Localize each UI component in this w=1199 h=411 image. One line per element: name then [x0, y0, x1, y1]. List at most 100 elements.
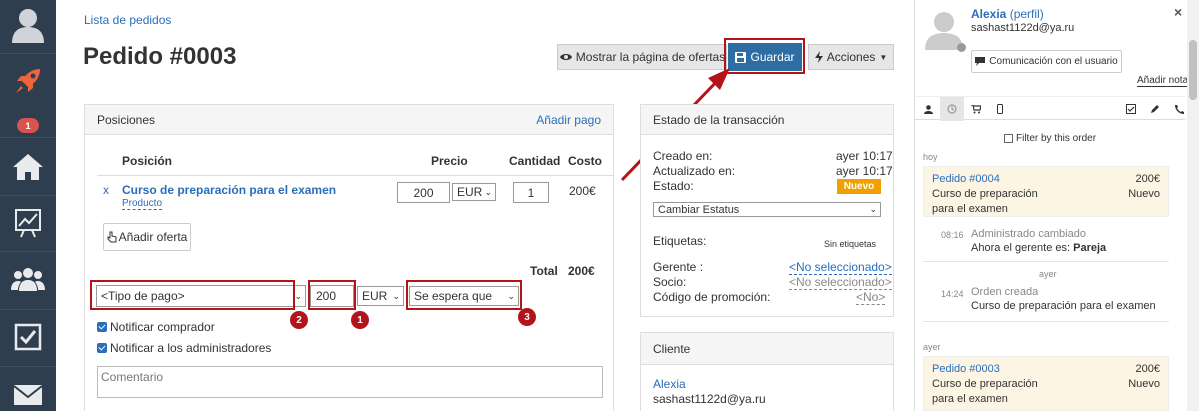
item-name-link[interactable]: Curso de preparación para el examen — [122, 183, 336, 197]
tab-user[interactable] — [916, 97, 940, 121]
item-cost: 200€ — [569, 184, 596, 198]
sidebar-item-users[interactable] — [0, 254, 56, 304]
user-panel: Alexia (perfil) sashast1122d@ya.ru × Com… — [914, 0, 1199, 411]
total-value: 200€ — [568, 264, 595, 278]
show-offers-label: Mostrar la página de ofertas — [575, 50, 726, 64]
feed-yesterday-label: ayer — [923, 342, 941, 352]
log-text: Ahora el gerente es: — [971, 242, 1071, 254]
sidebar-item-reports[interactable] — [0, 198, 56, 248]
annotation-badge-1: 1 — [351, 311, 369, 329]
chart-icon — [15, 209, 41, 238]
breadcrumb[interactable]: Lista de pedidos — [84, 13, 171, 27]
feed-order-card[interactable]: Pedido #0004 200€ Curso de preparación p… — [923, 166, 1169, 217]
feed-order-title[interactable]: Pedido #0003 — [932, 362, 1000, 377]
sidebar-item-user[interactable] — [0, 0, 56, 50]
sidebar-item-mail[interactable] — [0, 370, 56, 411]
feed-log-item: 14:24 Orden creada Curso de preparación … — [923, 280, 1169, 322]
user-icon — [923, 104, 933, 114]
actions-label: Acciones — [826, 50, 876, 64]
tab-checklist[interactable] — [1119, 97, 1143, 121]
change-status-select[interactable]: Cambiar Estatus ⌄ — [653, 202, 881, 217]
partner-select[interactable]: <No seleccionado> — [789, 275, 892, 290]
feed-order-card[interactable]: Pedido #0003 200€ Curso de preparación p… — [923, 356, 1169, 411]
notify-buyer-checkbox[interactable]: Notificar comprador — [97, 320, 215, 334]
status-badge: Nuevo — [837, 179, 881, 194]
bolt-icon — [814, 51, 823, 63]
cart-icon — [971, 104, 981, 113]
price-currency-select[interactable]: EUR ⌄ — [452, 183, 496, 201]
filter-order-checkbox[interactable]: Filter by this order — [1004, 133, 1096, 144]
total-label: Total — [530, 264, 558, 278]
col-quantity: Cantidad — [509, 154, 561, 168]
notify-buyer-label: Notificar comprador — [110, 320, 215, 334]
save-highlight-frame — [724, 38, 805, 74]
add-payment-link[interactable]: Añadir pago — [536, 113, 601, 127]
status-label: Estado: — [653, 179, 694, 193]
created-label: Creado en: — [653, 149, 713, 163]
checkbox-checked-icon — [97, 343, 107, 353]
tab-mobile[interactable] — [988, 97, 1012, 121]
online-status-dot — [957, 43, 966, 52]
tab-cart[interactable] — [964, 97, 988, 121]
positions-title: Posiciones — [97, 112, 156, 127]
tags-value[interactable]: Sin etiquetas — [824, 239, 876, 249]
checkbox-icon — [14, 323, 42, 351]
log-title: Orden creada — [971, 286, 1039, 298]
remove-item-button[interactable]: x — [103, 183, 109, 197]
price-currency-value: EUR — [457, 185, 483, 199]
left-sidebar: 1 — [0, 0, 56, 411]
add-offer-button[interactable]: Añadir oferta — [103, 223, 191, 251]
feed-order-amount: 200€ — [1135, 173, 1160, 185]
tab-edit[interactable] — [1143, 97, 1167, 121]
sidebar-item-tasks[interactable] — [0, 312, 56, 362]
partner-label: Socio: — [653, 275, 687, 289]
positions-panel: Posiciones Añadir pago Posición Precio C… — [84, 104, 614, 411]
caret-down-icon: ▼ — [879, 52, 888, 62]
close-icon[interactable]: × — [1174, 4, 1182, 20]
pencil-icon — [1151, 105, 1159, 113]
notification-badge: 1 — [17, 118, 39, 133]
sidebar-item-home[interactable] — [0, 142, 56, 192]
payment-currency-select[interactable]: EUR ⌄ — [357, 286, 404, 306]
tags-label: Etiquetas: — [653, 234, 707, 248]
log-title: Administrado cambiado — [971, 228, 1086, 240]
user-name-link[interactable]: Alexia — [971, 7, 1006, 21]
quantity-input[interactable]: 1 — [513, 182, 549, 203]
change-status-value: Cambiar Estatus — [658, 203, 740, 216]
col-position: Posición — [122, 154, 173, 168]
log-time: 08:16 — [941, 230, 964, 240]
promo-select[interactable]: <No> — [856, 290, 886, 305]
client-name-link[interactable]: Alexia — [653, 377, 686, 391]
phone-icon — [1175, 105, 1184, 114]
user-email: sashast1122d@ya.ru — [971, 22, 1075, 34]
actions-dropdown[interactable]: Acciones ▼ — [808, 44, 894, 70]
comment-textarea[interactable]: Comentario — [97, 366, 603, 398]
price-input[interactable]: 200 — [397, 182, 450, 203]
chevron-down-icon: ⌄ — [294, 290, 302, 301]
feed-order-desc: Curso de preparación para el examen — [932, 188, 1038, 215]
feed-order-amount: 200€ — [1135, 363, 1160, 375]
notify-admins-checkbox[interactable]: Notificar a los administradores — [97, 341, 271, 355]
log-time: 14:24 — [941, 289, 964, 299]
manager-select[interactable]: <No seleccionado> — [789, 260, 892, 275]
communicate-label: Comunicación con el usuario — [989, 56, 1118, 67]
manager-label: Gerente : — [653, 260, 704, 274]
profile-link[interactable]: (perfil) — [1010, 7, 1044, 21]
feed-order-title[interactable]: Pedido #0004 — [932, 172, 1000, 187]
item-type[interactable]: Producto — [122, 198, 163, 210]
add-note-link[interactable]: Añadir nota — [1137, 75, 1189, 87]
feed-order-status: Nuevo — [1128, 188, 1160, 200]
client-panel: Cliente Alexia sashast1122d@ya.ru — [640, 332, 894, 411]
feed-yesterday-inline: ayer — [1039, 269, 1057, 279]
client-title: Cliente — [653, 341, 691, 356]
annotation-badge-2: 2 — [290, 311, 308, 329]
sidebar-item-rocket[interactable] — [0, 56, 56, 106]
communicate-button[interactable]: Comunicación con el usuario — [971, 50, 1122, 73]
col-price: Precio — [431, 154, 468, 168]
chevron-down-icon: ⌄ — [392, 290, 400, 301]
chevron-down-icon: ⌄ — [484, 186, 492, 197]
checklist-icon — [1126, 104, 1136, 114]
col-cost: Costo — [568, 154, 602, 168]
tab-history[interactable] — [940, 97, 964, 121]
scrollbar-thumb[interactable] — [1189, 40, 1197, 100]
